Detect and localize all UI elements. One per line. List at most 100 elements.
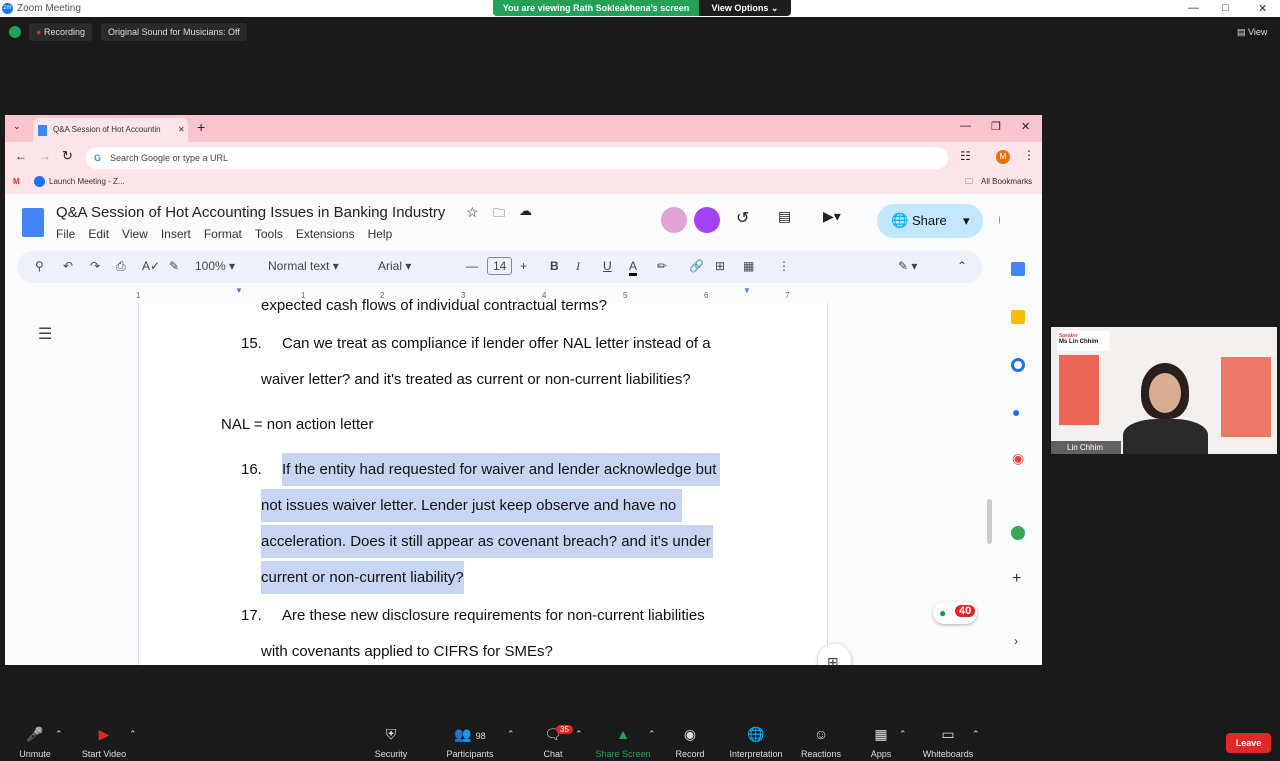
- font-size-input[interactable]: 14: [487, 257, 513, 275]
- underline-icon[interactable]: U: [603, 259, 612, 273]
- style-value: Normal text: [268, 259, 330, 273]
- menu-edit[interactable]: Edit: [88, 227, 109, 241]
- outline-icon[interactable]: ☰: [38, 324, 52, 344]
- star-icon[interactable]: ☆: [466, 204, 479, 221]
- apps-options-icon[interactable]: ⌃: [899, 729, 907, 740]
- share-dropdown-icon[interactable]: ▾: [963, 213, 970, 229]
- chat-options-icon[interactable]: ⌃: [575, 729, 583, 740]
- collaborator-avatar-1[interactable]: [661, 207, 687, 233]
- tab-close-icon[interactable]: ✕: [178, 118, 185, 142]
- menu-view[interactable]: View: [122, 227, 148, 241]
- docs-logo-icon[interactable]: [22, 208, 44, 237]
- ruler-mark: 1: [136, 291, 141, 300]
- keep-icon[interactable]: [1011, 310, 1025, 324]
- indent-marker-icon[interactable]: ▼: [235, 286, 243, 295]
- add-comment-icon[interactable]: ⊞: [715, 259, 725, 273]
- gmail-icon[interactable]: M: [13, 177, 20, 186]
- meet-icon[interactable]: ▶▾: [823, 208, 841, 225]
- search-menus-icon[interactable]: ⚲: [35, 259, 44, 273]
- move-folder-icon[interactable]: 🗀: [493, 204, 505, 225]
- recording-label: Recording: [43, 27, 85, 37]
- doc-line: waiver letter? and it's treated as curre…: [261, 371, 691, 388]
- menu-tools[interactable]: Tools: [255, 227, 283, 241]
- spellcheck-icon[interactable]: A✓: [142, 259, 160, 273]
- document-page[interactable]: expected cash flows of individual contra…: [138, 297, 828, 665]
- scrollbar[interactable]: [987, 499, 992, 544]
- menu-help[interactable]: Help: [368, 227, 393, 241]
- add-comment-fab-icon[interactable]: ⊞: [827, 654, 839, 665]
- menu-format[interactable]: Format: [204, 227, 242, 241]
- ruler-mark: 6: [704, 291, 709, 300]
- profile-avatar[interactable]: M: [996, 150, 1010, 164]
- zoom-select[interactable]: 100% ▾: [195, 259, 235, 273]
- redo-icon[interactable]: ↷: [90, 259, 100, 273]
- addon-badge[interactable]: ● 40: [933, 602, 977, 624]
- close-icon[interactable]: ✕: [1258, 2, 1267, 15]
- shield-icon[interactable]: [9, 26, 21, 38]
- browser-tab[interactable]: Q&A Session of Hot Accountin ✕: [33, 118, 188, 142]
- tab-search-icon[interactable]: ⌄: [13, 121, 21, 132]
- style-select[interactable]: Normal text ▾: [268, 259, 339, 273]
- get-addons-icon[interactable]: +: [1012, 570, 1021, 588]
- italic-icon[interactable]: I: [576, 259, 580, 274]
- menu-extensions[interactable]: Extensions: [296, 227, 355, 241]
- contacts-icon[interactable]: ●: [1012, 404, 1020, 420]
- bookmark-launch-meeting[interactable]: Launch Meeting - Z...: [49, 177, 125, 186]
- font-size-increase-icon[interactable]: +: [520, 259, 527, 273]
- addon-icon[interactable]: [1011, 526, 1025, 540]
- highlight-icon[interactable]: ✏: [657, 259, 667, 273]
- cloud-status-icon[interactable]: ☁: [519, 203, 532, 219]
- reload-icon[interactable]: ↻: [62, 148, 73, 164]
- all-bookmarks[interactable]: All Bookmarks: [981, 177, 1032, 186]
- whiteboard-options-icon[interactable]: ⌃: [972, 729, 980, 740]
- view-button[interactable]: ▤ View: [1230, 23, 1274, 41]
- zoom-bookmark-icon: [34, 176, 45, 187]
- text-color-icon[interactable]: A: [629, 259, 638, 276]
- bold-icon[interactable]: B: [550, 259, 559, 273]
- link-icon[interactable]: 🔗: [689, 259, 704, 273]
- back-icon[interactable]: ←: [15, 149, 27, 163]
- leave-button[interactable]: Leave: [1226, 733, 1271, 753]
- menu-insert[interactable]: Insert: [161, 227, 191, 241]
- address-row: ← → ↻ G Search Google or type a URL ☷ M …: [5, 142, 1042, 172]
- insert-image-icon[interactable]: ▦: [743, 259, 754, 273]
- recording-indicator[interactable]: ● Recording: [29, 23, 92, 41]
- doc-line: Are these new disclosure requirements fo…: [282, 607, 705, 624]
- more-options-icon[interactable]: ⋮: [778, 259, 790, 273]
- browser-menu-icon[interactable]: ⋮: [1023, 148, 1035, 162]
- font-select[interactable]: Arial ▾: [378, 259, 411, 273]
- omnibox[interactable]: G Search Google or type a URL: [86, 147, 948, 169]
- browser-close-icon[interactable]: ✕: [1021, 120, 1030, 133]
- view-options-button[interactable]: View Options ⌄: [699, 0, 791, 16]
- collaborator-avatar-2[interactable]: [694, 207, 720, 233]
- menu-file[interactable]: File: [56, 227, 75, 241]
- video-options-icon[interactable]: ⌃: [129, 729, 137, 740]
- tasks-icon[interactable]: [1011, 358, 1025, 372]
- share-button[interactable]: 🌐 Share ▾: [877, 204, 983, 238]
- doc-title[interactable]: Q&A Session of Hot Accounting Issues in …: [56, 204, 445, 221]
- comments-icon[interactable]: ▤: [778, 208, 791, 225]
- paint-format-icon[interactable]: ✎: [169, 259, 179, 273]
- right-indent-marker-icon[interactable]: ▼: [743, 286, 751, 295]
- undo-icon[interactable]: ↶: [63, 259, 73, 273]
- maximize-icon[interactable]: □: [1222, 2, 1229, 14]
- original-sound-status[interactable]: Original Sound for Musicians: Off: [101, 23, 247, 41]
- editing-mode-icon[interactable]: ✎ ▾: [898, 259, 917, 273]
- forward-icon[interactable]: →: [39, 149, 51, 163]
- audio-options-icon[interactable]: ⌃: [55, 729, 63, 740]
- participant-video[interactable]: Speaker Ms Lin Chhim Lin Chhim: [1051, 327, 1277, 454]
- doc-line: Can we treat as compliance if lender off…: [282, 335, 711, 352]
- maps-icon[interactable]: ◉: [1012, 450, 1024, 467]
- print-icon[interactable]: ⎙: [116, 259, 126, 274]
- whiteboards-label: Whiteboards: [922, 749, 974, 759]
- calendar-icon[interactable]: [1011, 262, 1025, 276]
- extensions-icon[interactable]: ☷: [960, 149, 971, 163]
- version-history-icon[interactable]: ↺: [736, 208, 749, 228]
- font-size-decrease-icon[interactable]: —: [466, 259, 478, 273]
- expand-panel-icon[interactable]: ›: [1014, 634, 1018, 648]
- browser-minimize-icon[interactable]: —: [960, 120, 971, 132]
- browser-restore-icon[interactable]: ❐: [991, 120, 1001, 133]
- minimize-icon[interactable]: —: [1188, 2, 1199, 14]
- collapse-toolbar-icon[interactable]: ⌃: [957, 259, 967, 273]
- new-tab-icon[interactable]: +: [197, 119, 205, 135]
